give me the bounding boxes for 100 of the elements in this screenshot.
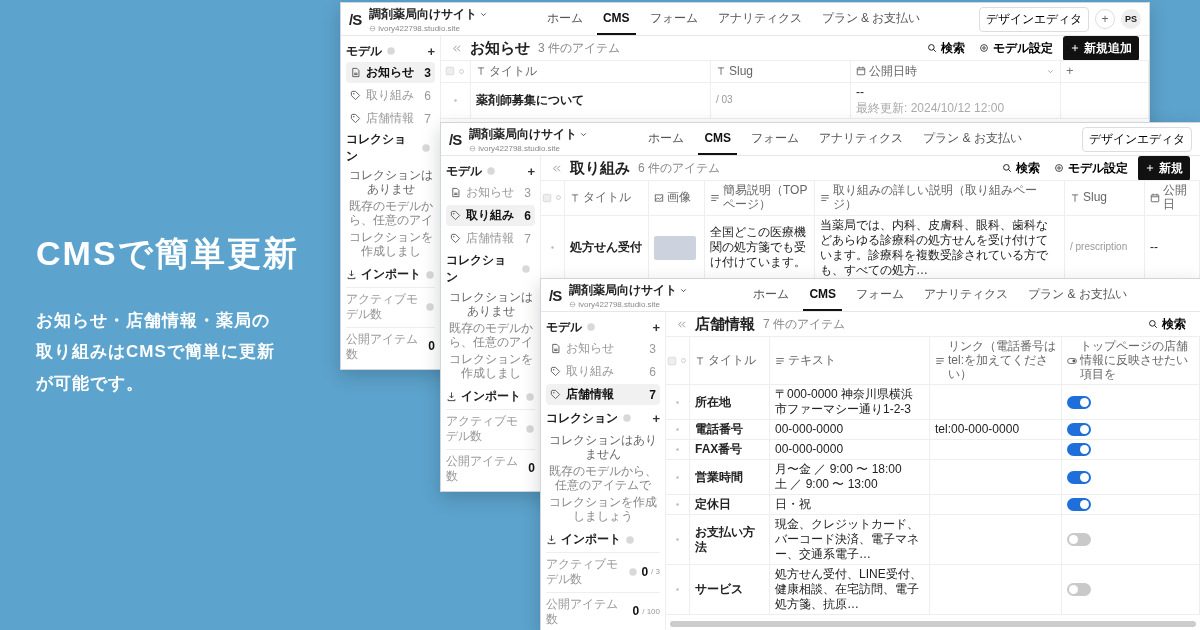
add-model-button[interactable]: + — [427, 43, 435, 59]
document-icon — [350, 67, 361, 78]
site-url[interactable]: ivory422798.studio.site — [478, 143, 560, 153]
text-type-icon — [716, 66, 726, 77]
stat-label: アクティブモデル数 — [546, 557, 619, 587]
column-header[interactable]: Slug — [1083, 190, 1108, 205]
table-cell-text: -- — [856, 84, 865, 100]
stat-total: / 100 — [642, 606, 660, 617]
table-cell-text: 処方せん受付、LINE受付、健康相談、在宅訪問、電子処方箋、抗原… — [775, 567, 923, 613]
column-header[interactable]: Slug — [729, 64, 754, 79]
add-button[interactable]: + — [1095, 9, 1115, 29]
toggle-switch[interactable] — [1067, 423, 1091, 437]
add-model-button[interactable]: + — [652, 319, 660, 335]
toggle-switch[interactable] — [1067, 443, 1091, 457]
search-button[interactable]: 検索 — [923, 36, 969, 60]
table-cell: 月〜金 ／ 9:00 〜 18:00 土 ／ 9:00 〜 13:00 — [775, 462, 902, 493]
column-header[interactable]: タイトル — [583, 190, 631, 205]
text-type-icon — [570, 192, 580, 203]
stat-value: 0 — [528, 461, 535, 476]
nav-tab[interactable]: プラン & お支払い — [1022, 279, 1133, 311]
table-cell: FAX番号 — [695, 442, 743, 458]
nav-tab[interactable]: ホーム — [747, 279, 796, 311]
site-url[interactable]: ivory422798.studio.site — [378, 23, 460, 33]
calendar-icon — [856, 66, 866, 77]
nav-tab[interactable]: アナリティクス — [813, 123, 910, 155]
design-editor-button[interactable]: デザインエディタ — [1082, 126, 1192, 152]
toggle-switch[interactable] — [1067, 395, 1091, 409]
column-header[interactable]: テキスト — [788, 353, 836, 368]
tag-icon — [350, 90, 361, 101]
column-header[interactable]: トップページの店舗情報に反映させたい項目を — [1080, 340, 1194, 382]
import-link[interactable]: インポート — [561, 531, 621, 549]
sidebar-item[interactable]: お知らせ 3 — [346, 62, 435, 83]
site-url[interactable]: ivory422798.studio.site — [578, 299, 660, 309]
collapse-icon — [451, 42, 462, 54]
nav-tab[interactable]: アナリティクス — [918, 279, 1015, 311]
nav-tab[interactable]: CMS — [596, 3, 636, 35]
sidebar-item[interactable]: 取り組み 6 — [446, 205, 535, 226]
nav-tab[interactable]: ホーム — [540, 3, 589, 35]
column-header[interactable]: タイトル — [708, 353, 756, 368]
table-cell: tel:00-000-0000 — [935, 422, 1020, 438]
empty-message: コレクションはありませ — [447, 290, 534, 319]
column-header[interactable]: 画像 — [667, 190, 691, 205]
column-header[interactable]: リンク（電話番号はtel:を加えてください） — [948, 340, 1056, 382]
item-count: 3 件のアイテム — [538, 39, 620, 57]
table-cell: 日・祝 — [775, 497, 811, 513]
download-icon — [346, 269, 357, 281]
search-icon — [1148, 319, 1158, 329]
nav-tab[interactable]: CMS — [698, 123, 738, 155]
search-button[interactable]: 検索 — [998, 156, 1044, 180]
site-name[interactable]: 調剤薬局向けサイト — [469, 125, 578, 143]
column-header[interactable]: 公開日 — [1163, 184, 1194, 212]
column-header[interactable]: 公開日時 — [869, 64, 917, 79]
add-item-button[interactable]: 新規 — [1138, 155, 1190, 181]
toggle-switch[interactable] — [1067, 470, 1091, 484]
section-title: モデル — [446, 162, 482, 180]
globe-icon — [369, 24, 377, 32]
add-model-button[interactable]: + — [527, 163, 535, 179]
nav-tab[interactable]: プラン & お支払い — [815, 3, 927, 35]
tag-icon — [550, 389, 561, 400]
model-settings-button[interactable]: モデル設定 — [1050, 156, 1132, 180]
stat-label: アクティブモデル数 — [346, 292, 419, 322]
nav-tab[interactable]: CMS — [803, 279, 843, 311]
toggle-switch[interactable] — [1067, 533, 1091, 547]
toggle-switch[interactable] — [1067, 583, 1091, 597]
add-item-button[interactable]: 新規追加 — [1063, 35, 1139, 61]
section-title: コレクション — [346, 130, 407, 165]
table-cell: 電話番号 — [695, 422, 743, 438]
nav-tab[interactable]: ホーム — [642, 123, 691, 155]
site-name[interactable]: 調剤薬局向けサイト — [369, 5, 478, 23]
import-link[interactable]: インポート — [361, 266, 421, 284]
nav-tab[interactable]: フォーム — [745, 123, 806, 155]
image-icon — [654, 192, 664, 203]
section-title: コレクション — [446, 251, 507, 286]
table-cell-text: お支払い方法 — [695, 524, 756, 555]
sidebar-item[interactable]: 店舗情報 7 — [546, 384, 660, 405]
model-settings-button[interactable]: モデル設定 — [975, 36, 1057, 60]
lines-icon — [820, 192, 830, 203]
page-title: お知らせ — [470, 38, 530, 58]
download-icon — [546, 534, 557, 546]
logo: /S — [349, 10, 362, 28]
stat-value: 0 — [641, 564, 649, 579]
section-title: モデル — [546, 318, 582, 336]
avatar[interactable]: PS — [1121, 9, 1141, 29]
add-column-button[interactable]: + — [1066, 64, 1074, 79]
toggle-switch[interactable] — [1067, 498, 1091, 512]
nav-tab[interactable]: アナリティクス — [711, 3, 808, 35]
nav-tab[interactable]: フォーム — [643, 3, 704, 35]
nav-tab[interactable]: プラン & お支払い — [917, 123, 1028, 155]
column-header[interactable]: 簡易説明（TOPページ） — [723, 184, 809, 212]
add-collection-button[interactable]: + — [652, 410, 660, 426]
search-button[interactable]: 検索 — [1144, 312, 1190, 336]
design-editor-button[interactable]: デザインエディタ — [979, 6, 1089, 32]
plus-icon — [1070, 43, 1080, 53]
column-header[interactable]: タイトル — [489, 64, 537, 79]
import-link[interactable]: インポート — [461, 388, 521, 406]
column-header[interactable]: 取り組みの詳しい説明（取り組みページ） — [833, 184, 1059, 212]
site-name[interactable]: 調剤薬局向けサイト — [569, 281, 678, 299]
scrollbar[interactable] — [670, 621, 1196, 627]
nav-tab[interactable]: フォーム — [850, 279, 911, 311]
checkbox-icon — [542, 192, 552, 203]
